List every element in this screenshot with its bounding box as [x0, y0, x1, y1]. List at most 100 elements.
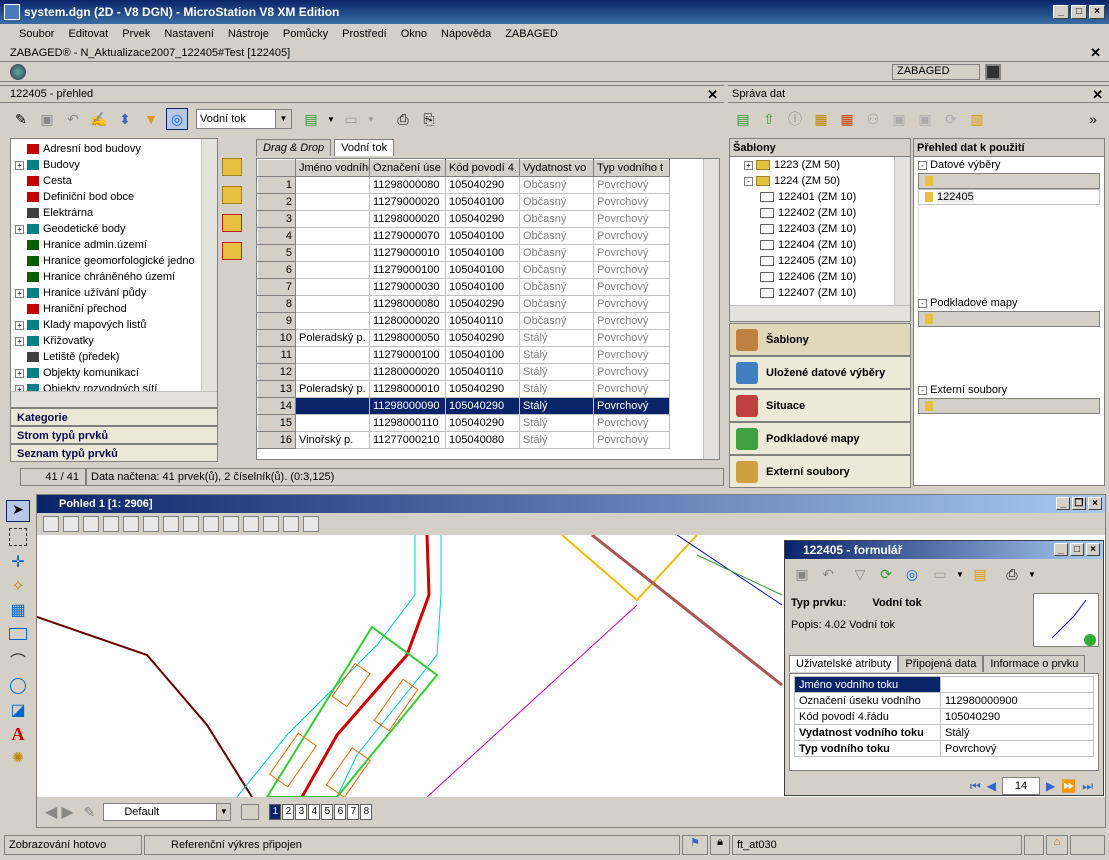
first-page-icon[interactable]: ⏮ — [970, 779, 981, 794]
view-toggle-button[interactable]: 5 — [321, 804, 334, 820]
column-header[interactable]: Vydatnost vo — [519, 159, 594, 177]
view-toggle-button[interactable]: 6 — [334, 804, 347, 820]
column-header[interactable]: Označení úse — [369, 159, 446, 177]
clip-icon[interactable] — [283, 516, 299, 532]
menu-item[interactable]: Nastavení — [157, 28, 221, 40]
restore-button[interactable]: ❐ — [1072, 497, 1086, 510]
column-header[interactable]: Jméno vodního — [295, 159, 370, 177]
table-cell[interactable] — [295, 227, 370, 245]
table-cell[interactable]: Občasný — [519, 261, 594, 279]
table-cell[interactable]: Občasný — [519, 312, 594, 330]
window-area-icon[interactable] — [123, 516, 139, 532]
row-number[interactable]: 14 — [257, 397, 296, 415]
table-cell[interactable]: Povrchový — [593, 431, 670, 449]
table-cell[interactable] — [295, 397, 370, 415]
brush-icon[interactable]: ✎ — [84, 804, 96, 821]
globe-icon[interactable] — [10, 64, 26, 80]
table-cell[interactable] — [295, 295, 370, 313]
page-input[interactable]: 14 — [1002, 777, 1040, 795]
upload-icon[interactable]: ⇧ — [758, 108, 780, 130]
tree-item[interactable]: Elektrárna — [11, 205, 201, 221]
rotate-icon[interactable] — [163, 516, 179, 532]
table-cell[interactable]: Stálý — [519, 363, 594, 381]
chevron-down-icon[interactable]: ▼ — [275, 110, 291, 128]
vertical-scrollbar[interactable] — [703, 159, 719, 459]
table-cell[interactable]: 105040100 — [445, 227, 520, 245]
table-cell[interactable]: 105040100 — [445, 244, 520, 262]
table-cell[interactable]: Občasný — [519, 278, 594, 296]
tree-item[interactable]: Hranice admin.území — [11, 237, 201, 253]
arc-icon[interactable]: ⌒ — [10, 648, 26, 672]
table-cell[interactable]: 105040290 — [445, 397, 520, 415]
table-cell[interactable] — [295, 363, 370, 381]
menu-item[interactable]: Prvek — [115, 28, 157, 40]
table-cell[interactable]: 105040100 — [445, 346, 520, 364]
horizontal-scrollbar[interactable] — [730, 305, 910, 321]
tree-item[interactable]: 122401 (ZM 10) — [730, 189, 910, 205]
form-tab[interactable]: Informace o prvku — [983, 655, 1086, 672]
table-cell[interactable]: Stálý — [519, 329, 594, 347]
select-arrow-icon[interactable]: ➤ — [6, 500, 30, 522]
table-row[interactable]: 10 Poleradský p. 11298000050 105040290 Stálý… — [257, 329, 670, 347]
table-cell[interactable]: 11279000100 — [369, 261, 446, 279]
refresh-icon[interactable]: ⟳ — [875, 563, 897, 585]
expand-icon[interactable]: + — [15, 368, 24, 378]
text-icon[interactable]: A — [12, 724, 25, 745]
view-toggle-button[interactable]: 4 — [308, 804, 321, 820]
circle-icon[interactable] — [10, 678, 26, 694]
table-cell[interactable]: 11298000020 — [369, 210, 446, 228]
tree-item[interactable]: 122402 (ZM 10) — [730, 205, 910, 221]
table-cell[interactable]: Povrchový — [593, 363, 670, 381]
table-row[interactable]: 12 11280000020 105040110 Stálý Povrchový — [257, 363, 670, 381]
close-icon[interactable]: ✕ — [707, 87, 718, 103]
table-row[interactable]: 6 11279000100 105040100 Občasný Povrchový — [257, 261, 670, 279]
selection-box-icon[interactable] — [9, 528, 27, 546]
table-cell[interactable]: Občasný — [519, 295, 594, 313]
close-icon[interactable]: ✕ — [1090, 45, 1101, 61]
expand-icon[interactable]: + — [15, 336, 24, 346]
tree-item[interactable]: Hraniční přechod — [11, 301, 201, 317]
tree-item[interactable]: Letiště (předek) — [11, 349, 201, 365]
attr-row[interactable]: Typ vodního toku Povrchový — [794, 740, 1094, 757]
table-cell[interactable]: 105040110 — [445, 363, 520, 381]
device-icon[interactable]: ▭ — [340, 108, 362, 130]
edit-icon[interactable]: ✎ — [10, 108, 32, 130]
row-number[interactable]: 7 — [257, 278, 296, 296]
table-cell[interactable]: Povrchový — [593, 261, 670, 279]
table-cell[interactable]: 105040290 — [445, 176, 520, 194]
table-row[interactable]: 16 Vinořský p. 11277000210 105040080 Stálý Po… — [257, 431, 670, 449]
table-cell[interactable]: Poleradský p. — [295, 380, 370, 398]
dropdown-icon[interactable]: ▼ — [326, 108, 336, 130]
table-cell[interactable]: 11298000010 — [369, 380, 446, 398]
table-cell[interactable]: 11298000080 — [369, 295, 446, 313]
device-icon[interactable]: ▭ — [929, 563, 951, 585]
tree-item[interactable]: + Hranice užívání půdy — [11, 285, 201, 301]
table-row[interactable]: 9 11280000020 105040110 Občasný Povrchový — [257, 312, 670, 330]
table-row[interactable]: 7 11279000030 105040100 Občasný Povrchový — [257, 278, 670, 296]
row-number[interactable]: 12 — [257, 363, 296, 381]
datove-row[interactable]: 122405 — [918, 189, 1100, 205]
update-icon[interactable] — [63, 516, 79, 532]
table-cell[interactable] — [295, 261, 370, 279]
maximize-button[interactable]: □ — [1071, 5, 1087, 19]
table-cell[interactable]: Povrchový — [593, 278, 670, 296]
level-select[interactable]: Default ▼ — [103, 803, 232, 821]
view-toggle-button[interactable]: 1 — [269, 804, 282, 820]
table-cell[interactable]: 105040290 — [445, 380, 520, 398]
menu-item[interactable]: Nápověda — [434, 28, 498, 40]
table-cell[interactable] — [295, 176, 370, 194]
table-cell[interactable]: 11298000090 — [369, 397, 446, 415]
table-row[interactable]: 14 11298000090 105040290 Stálý Povrchový — [257, 397, 670, 415]
back-icon[interactable]: ◀ — [45, 802, 57, 822]
table-cell[interactable] — [295, 414, 370, 432]
tree-item[interactable]: Hranice geomorfologické jedno — [11, 253, 201, 269]
minimize-button[interactable]: _ — [1053, 5, 1069, 19]
crosshair-icon[interactable]: ✛ — [11, 552, 24, 572]
tab-vodni-tok[interactable]: Vodní tok — [334, 139, 395, 156]
view-attributes-icon[interactable] — [43, 516, 59, 532]
table-cell[interactable] — [295, 346, 370, 364]
row-number[interactable]: 13 — [257, 380, 296, 398]
refresh-icon[interactable]: ⟳ — [940, 108, 962, 130]
table-cell[interactable]: 105040100 — [445, 278, 520, 296]
view-toggle-button[interactable]: 3 — [295, 804, 308, 820]
